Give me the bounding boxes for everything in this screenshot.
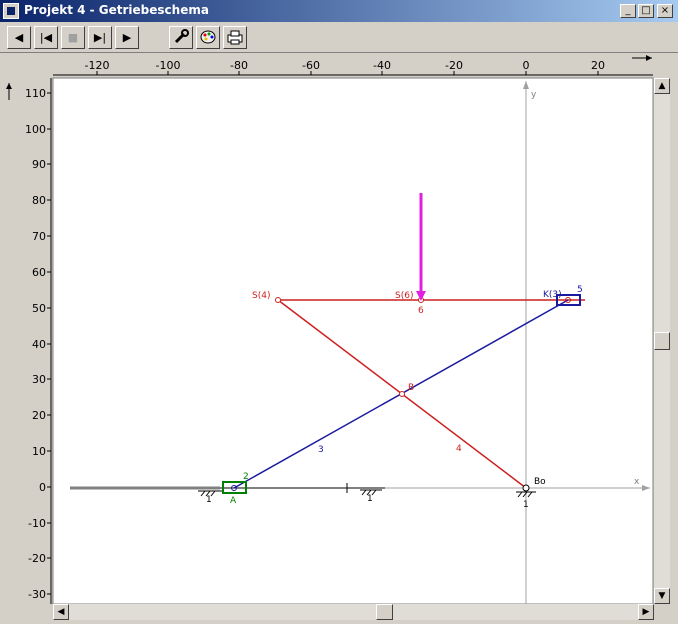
label-ground-1: 1 [367, 494, 373, 504]
scroll-left-button[interactable]: ◀ [53, 604, 69, 620]
label-link6: 6 [418, 306, 424, 316]
x-axis-label: x [634, 477, 640, 487]
y-tick-label: 60 [32, 266, 46, 279]
x-tick-label: 20 [591, 59, 605, 72]
x-tick-label: -80 [230, 59, 248, 72]
palette-icon [200, 30, 216, 44]
play-button[interactable]: ▶ [115, 26, 139, 49]
horizontal-scrollbar[interactable]: ◀ ▶ [53, 604, 654, 620]
joint-s4[interactable] [275, 297, 281, 303]
vertical-scroll-thumb[interactable] [654, 332, 670, 350]
x-tick-label: -60 [302, 59, 320, 72]
settings-button[interactable] [169, 26, 193, 49]
y-axis-label: y [531, 90, 537, 100]
label-s4: S(4) [252, 291, 270, 301]
scroll-right-button[interactable]: ▶ [638, 604, 654, 620]
y-tick-label: 80 [32, 194, 46, 207]
y-tick-label: 90 [32, 158, 46, 171]
scroll-down-button[interactable]: ▼ [654, 588, 670, 604]
toolbar: ◀ |◀ ■ ▶| ▶ [0, 22, 678, 53]
label-ground-1: 1 [523, 500, 529, 510]
y-direction-arrow [6, 83, 12, 100]
x-tick-label: -120 [85, 59, 110, 72]
label-k3: K(3) [543, 290, 562, 300]
label-link2: 2 [243, 472, 249, 482]
y-tick-label: 70 [32, 230, 46, 243]
label-a: A [230, 496, 237, 506]
joint-bo[interactable] [522, 484, 530, 492]
y-tick-label: 40 [32, 338, 46, 351]
y-tick-label: -10 [28, 517, 46, 530]
x-tick-label: -20 [445, 59, 463, 72]
label-b: B [408, 383, 414, 393]
label-link5: 5 [577, 285, 583, 295]
y-tick-label: 50 [32, 302, 46, 315]
y-tick-label: 10 [32, 445, 46, 458]
label-bo: Bo [534, 477, 546, 487]
maximize-button[interactable]: □ [638, 4, 654, 18]
rewind-button[interactable]: |◀ [34, 26, 58, 49]
close-button[interactable]: × [657, 4, 673, 18]
x-direction-arrow [632, 55, 652, 61]
minimize-button[interactable]: _ [620, 4, 636, 18]
app-icon[interactable] [3, 3, 19, 19]
window-title: Projekt 4 - Getriebeschema [24, 3, 209, 17]
y-tick-label: 100 [25, 123, 46, 136]
first-frame-button[interactable]: ◀ [7, 26, 31, 49]
y-tick-label: -30 [28, 588, 46, 601]
horizontal-scroll-thumb[interactable] [376, 604, 393, 620]
printer-icon [227, 30, 243, 45]
label-link3: 3 [318, 445, 324, 455]
wrench-icon [174, 29, 189, 44]
vertical-scrollbar[interactable]: ▲ ▼ [654, 78, 670, 604]
x-ruler [53, 71, 653, 76]
mechanism-canvas[interactable]: -120 -100 -80 -60 -40 -20 0 20 110 100 9… [0, 53, 678, 624]
stop-button[interactable]: ■ [61, 26, 85, 49]
print-button[interactable] [223, 26, 247, 49]
y-tick-label: 20 [32, 409, 46, 422]
step-end-button[interactable]: ▶| [88, 26, 112, 49]
x-tick-label: -100 [156, 59, 181, 72]
scroll-up-button[interactable]: ▲ [654, 78, 670, 94]
x-tick-label: -40 [373, 59, 391, 72]
y-tick-label: -20 [28, 552, 46, 565]
label-ground-1: 1 [206, 495, 212, 505]
title-bar: Projekt 4 - Getriebeschema _ □ × [0, 0, 678, 22]
y-tick-label: 0 [39, 481, 46, 494]
y-tick-label: 110 [25, 87, 46, 100]
color-button[interactable] [196, 26, 220, 49]
x-tick-label: 0 [523, 59, 530, 72]
label-s6: S(6) [395, 291, 413, 301]
y-tick-label: 30 [32, 373, 46, 386]
y-ruler [47, 78, 52, 604]
plot-area[interactable] [52, 77, 654, 605]
joint-b[interactable] [399, 391, 405, 397]
label-link4: 4 [456, 444, 462, 454]
